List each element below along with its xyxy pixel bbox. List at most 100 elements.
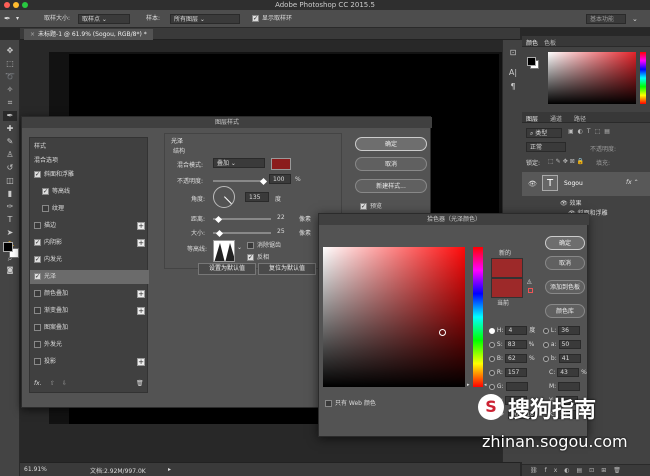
style-item[interactable]: ✓ 内发光 bbox=[30, 253, 149, 267]
delete-effect-icon[interactable]: 🗑 bbox=[136, 380, 144, 387]
a-radio[interactable] bbox=[543, 341, 549, 348]
hue-slider[interactable] bbox=[473, 247, 483, 387]
sample-size-select[interactable]: 取样点 ⌄ bbox=[78, 14, 130, 24]
m-field[interactable] bbox=[558, 382, 581, 391]
healing-brush-tool-icon[interactable]: ✚ bbox=[3, 124, 17, 134]
move-up-icon[interactable]: ⇧ bbox=[50, 380, 55, 387]
panel-fg-swatch[interactable] bbox=[527, 57, 536, 66]
style-item-checkbox[interactable] bbox=[34, 358, 41, 365]
zoom-window-button[interactable] bbox=[22, 2, 28, 8]
add-to-swatches-button[interactable]: 添加到色板 bbox=[545, 280, 585, 294]
style-item-checkbox[interactable]: ✓ bbox=[34, 273, 41, 280]
tab-layers[interactable]: 图层 bbox=[526, 114, 538, 123]
reset-default-button[interactable]: 复位为默认值 bbox=[258, 263, 316, 275]
add-effect-icon[interactable]: + bbox=[137, 307, 145, 315]
l-radio[interactable] bbox=[543, 327, 549, 334]
style-item-checkbox[interactable] bbox=[34, 222, 41, 229]
tab-swatches[interactable]: 色板 bbox=[544, 38, 556, 47]
satin-blend-mode-select[interactable]: 叠加 ⌄ bbox=[213, 158, 265, 168]
satin-color-swatch[interactable] bbox=[271, 158, 291, 170]
lock-icons[interactable]: ⬚✎✥⊠🔒 bbox=[548, 158, 586, 165]
style-item[interactable]: 颜色叠加 + bbox=[30, 287, 149, 301]
gradient-tool-icon[interactable]: ▮ bbox=[3, 189, 17, 199]
brush-tool-icon[interactable]: ✎ bbox=[3, 137, 17, 147]
g-field[interactable] bbox=[505, 382, 528, 391]
style-item-checkbox[interactable]: ✓ bbox=[34, 171, 41, 178]
antialias-checkbox[interactable]: 消除锯齿 bbox=[247, 240, 281, 249]
eraser-tool-icon[interactable]: ◫ bbox=[3, 176, 17, 186]
style-item[interactable]: 投影 + bbox=[30, 355, 149, 369]
tab-channels[interactable]: 通道 bbox=[550, 114, 562, 123]
color-hue-slider[interactable] bbox=[640, 52, 646, 104]
style-item-checkbox[interactable]: ✓ bbox=[34, 239, 41, 246]
add-effect-icon[interactable]: + bbox=[137, 358, 145, 366]
style-item[interactable]: 渐变叠加 + bbox=[30, 304, 149, 318]
h-field[interactable]: 4 bbox=[505, 326, 528, 335]
layer-filter-icons[interactable]: ▣◐T⬚▤ bbox=[568, 128, 614, 135]
path-selection-tool-icon[interactable]: ➤ bbox=[3, 228, 17, 238]
quick-mask-icon[interactable]: ◙ bbox=[3, 265, 17, 275]
character-panel-icon[interactable]: A| bbox=[506, 68, 520, 78]
type-tool-icon[interactable]: T bbox=[3, 215, 17, 225]
style-item[interactable]: 描边 + bbox=[30, 219, 149, 233]
saturation-brightness-field[interactable] bbox=[323, 247, 465, 387]
fx-menu-button[interactable]: fx. bbox=[34, 380, 42, 387]
style-item-checkbox[interactable] bbox=[34, 324, 41, 331]
lasso-tool-icon[interactable]: ➰ bbox=[3, 72, 17, 82]
layer-name[interactable]: Sogou bbox=[564, 180, 583, 187]
eye-icon[interactable]: 👁 bbox=[528, 180, 537, 188]
color-libraries-button[interactable]: 颜色库 bbox=[545, 304, 585, 318]
magic-wand-tool-icon[interactable]: ✧ bbox=[3, 85, 17, 95]
a-field[interactable]: 50 bbox=[558, 340, 581, 349]
lab-b-radio[interactable] bbox=[543, 355, 549, 362]
stamp-tool-icon[interactable]: ♙ bbox=[3, 150, 17, 160]
size-value[interactable]: 25 bbox=[277, 228, 285, 235]
picker-cancel-button[interactable]: 取消 bbox=[545, 256, 585, 270]
b-radio[interactable] bbox=[489, 355, 495, 362]
r-field[interactable]: 157 bbox=[504, 368, 527, 377]
web-safe-warning-icon[interactable] bbox=[528, 288, 533, 293]
layer-row-sogou[interactable]: 👁 T Sogou fx ⌃ bbox=[522, 172, 650, 196]
b-field[interactable]: 62 bbox=[505, 354, 528, 363]
history-brush-tool-icon[interactable]: ↺ bbox=[3, 163, 17, 173]
eyedropper-tool-icon[interactable]: ✒ bbox=[3, 111, 17, 121]
layer-kind-filter[interactable]: ⌕ 类型 bbox=[526, 128, 562, 138]
current-color-swatch[interactable] bbox=[491, 278, 523, 298]
tool-preset-dropdown[interactable]: ▾ bbox=[16, 14, 19, 24]
eyedropper-tool-icon[interactable]: ✒ bbox=[4, 14, 11, 24]
contour-preview[interactable] bbox=[213, 240, 235, 262]
marquee-tool-icon[interactable]: ⬚ bbox=[3, 59, 17, 69]
preview-checkbox[interactable]: ✓ 预览 bbox=[360, 201, 382, 210]
g-radio[interactable] bbox=[489, 383, 495, 390]
style-item[interactable]: ✓ 内阴影 + bbox=[30, 236, 149, 250]
tab-color[interactable]: 颜色 bbox=[526, 38, 538, 47]
style-item-checkbox[interactable] bbox=[34, 290, 41, 297]
s-radio[interactable] bbox=[489, 341, 495, 348]
workspace-menu-icon[interactable]: ⌄ bbox=[632, 14, 638, 24]
foreground-color-swatch[interactable] bbox=[3, 242, 13, 252]
color-field[interactable] bbox=[548, 52, 636, 104]
style-item[interactable]: 纹理 bbox=[30, 202, 149, 216]
move-tool-icon[interactable]: ✥ bbox=[3, 46, 17, 56]
document-size[interactable]: 文档:2.92M/997.0K bbox=[90, 466, 146, 475]
add-effect-icon[interactable]: + bbox=[137, 290, 145, 298]
style-item[interactable]: ✓ 斜面和浮雕 bbox=[30, 168, 149, 182]
close-window-button[interactable] bbox=[4, 2, 10, 8]
cancel-button[interactable]: 取消 bbox=[355, 157, 427, 171]
style-item[interactable]: ✓ 光泽 bbox=[30, 270, 149, 284]
add-effect-icon[interactable]: + bbox=[137, 239, 145, 247]
show-ring-checkbox[interactable]: ✓ 显示取样环 bbox=[252, 14, 292, 24]
blend-options-item[interactable]: 混合选项 bbox=[30, 154, 149, 168]
new-style-button[interactable]: 新建样式... bbox=[355, 179, 427, 193]
invert-checkbox[interactable]: ✓ 反相 bbox=[247, 252, 269, 261]
hue-slider-right-arrow[interactable]: ◂ bbox=[484, 382, 487, 388]
pen-tool-icon[interactable]: ✑ bbox=[3, 202, 17, 212]
paragraph-panel-icon[interactable]: ¶ bbox=[506, 82, 520, 92]
angle-field[interactable]: 135 bbox=[245, 192, 269, 202]
style-item-checkbox[interactable]: ✓ bbox=[34, 256, 41, 263]
make-default-button[interactable]: 设置为默认值 bbox=[198, 263, 256, 275]
style-item[interactable]: 外发光 bbox=[30, 338, 149, 352]
move-down-icon[interactable]: ⇩ bbox=[62, 380, 67, 387]
style-item[interactable]: ✓ 等高线 bbox=[30, 185, 149, 199]
c-field[interactable]: 43 bbox=[557, 368, 580, 377]
